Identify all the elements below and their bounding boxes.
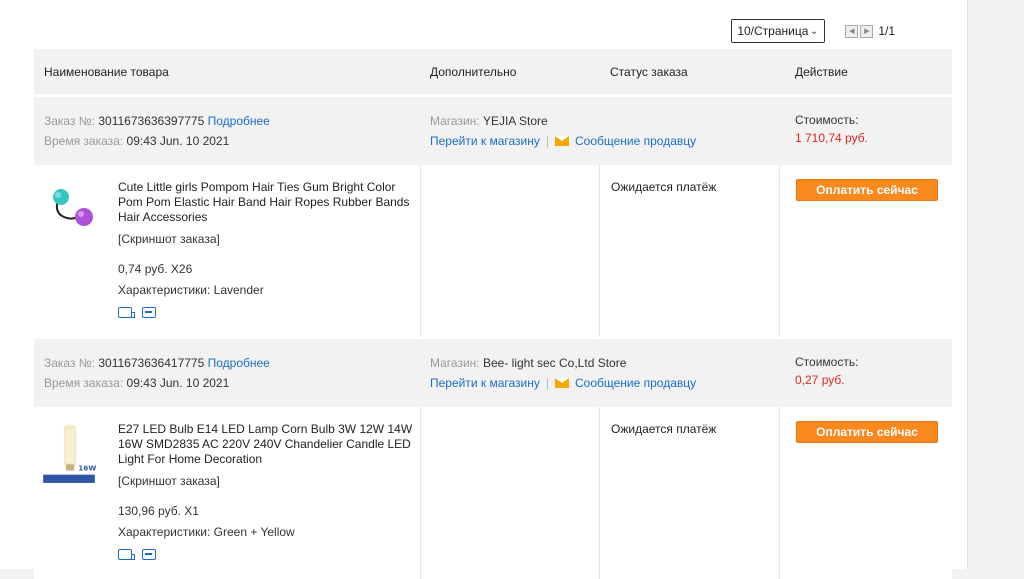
go-to-store-link[interactable]: Перейти к магазину — [430, 376, 540, 390]
envelope-icon — [555, 136, 569, 146]
store-actions: Перейти к магазину | Сообщение продавцу — [430, 376, 696, 390]
order-item: Cute Little girls Pompom Hair Ties Gum B… — [34, 165, 952, 337]
order-number-line: Заказ №: 3011673636397775 Подробнее — [44, 114, 270, 128]
item-actions — [118, 549, 156, 560]
per-page-value: 10/Страница — [737, 24, 809, 38]
order-label: Заказ №: — [44, 356, 96, 370]
thumbnail-badge: 16W — [78, 464, 96, 473]
message-seller-link[interactable]: Сообщение продавцу — [575, 134, 696, 148]
product-thumbnail[interactable]: 16W — [42, 423, 96, 485]
order-cost: 1 710,74 руб. — [795, 131, 868, 145]
return-icon[interactable] — [142, 307, 156, 318]
product-thumbnail[interactable] — [46, 183, 96, 233]
store-name: Bee- light sec Co,Ltd Store — [482, 356, 627, 370]
order-status: Ожидается платёж — [611, 180, 717, 194]
header-additional: Дополнительно — [430, 65, 517, 79]
column-divider — [599, 165, 600, 337]
table-header: Наименование товара Дополнительно Статус… — [34, 49, 952, 94]
product-name-link[interactable]: Cute Little girls Pompom Hair Ties Gum B… — [118, 180, 418, 225]
order-details-link[interactable]: Подробнее — [208, 356, 270, 370]
column-divider — [779, 407, 780, 579]
order-item: 16W E27 LED Bulb E14 LED Lamp Corn Bulb … — [34, 407, 952, 579]
envelope-icon — [555, 378, 569, 388]
header-status: Статус заказа — [610, 65, 688, 79]
product-name-link[interactable]: E27 LED Bulb E14 LED Lamp Corn Bulb 3W 1… — [118, 422, 418, 467]
order-cost: 0,27 руб. — [795, 373, 845, 387]
page-indicator: 1/1 — [878, 24, 895, 38]
item-actions — [118, 307, 156, 318]
cost-label: Стоимость: — [795, 113, 859, 127]
column-divider — [420, 407, 421, 579]
chevron-down-icon: ⌄ — [809, 25, 819, 37]
truck-icon[interactable] — [118, 549, 135, 560]
store-label: Магазин: — [430, 356, 480, 370]
specs: Характеристики: Green + Yellow — [118, 525, 295, 539]
time-label: Время заказа: — [44, 134, 124, 148]
header-product: Наименование товара — [44, 65, 169, 79]
message-seller-link[interactable]: Сообщение продавцу — [575, 376, 696, 390]
order-time-line: Время заказа: 09:43 Jun. 10 2021 — [44, 134, 229, 148]
truck-icon[interactable] — [118, 307, 135, 318]
column-divider — [599, 407, 600, 579]
store-line: Магазин: YEJIA Store — [430, 114, 548, 128]
specs: Характеристики: Lavender — [118, 283, 264, 297]
column-divider — [420, 165, 421, 337]
order-time: 09:43 Jun. 10 2021 — [126, 376, 230, 390]
cost-label: Стоимость: — [795, 355, 859, 369]
specs-label: Характеристики: — [118, 525, 211, 539]
orders-panel: 10/Страница ⌄ ◀ ▶ 1/1 Наименование товар… — [0, 0, 968, 579]
store-line: Магазин: Bee- light sec Co,Ltd Store — [430, 356, 626, 370]
pay-now-button[interactable]: Оплатить сейчас — [796, 421, 938, 443]
order-screenshot-link[interactable]: [Скриншот заказа] — [118, 474, 220, 488]
pay-now-button[interactable]: Оплатить сейчас — [796, 179, 938, 201]
store-name: YEJIA Store — [482, 114, 548, 128]
column-divider — [779, 165, 780, 337]
prev-page-icon[interactable]: ◀ — [845, 24, 859, 38]
order-header: Заказ №: 3011673636397775 Подробнее Врем… — [34, 97, 952, 165]
pagination: 10/Страница ⌄ ◀ ▶ 1/1 — [731, 18, 895, 44]
order-time: 09:43 Jun. 10 2021 — [126, 134, 230, 148]
store-label: Магазин: — [430, 114, 480, 128]
return-icon[interactable] — [142, 549, 156, 560]
order-number: 3011673636417775 — [98, 356, 205, 370]
order-header: Заказ №: 3011673636417775 Подробнее Врем… — [34, 339, 952, 407]
separator: | — [545, 376, 549, 390]
unit-price: 0,74 руб. X26 — [118, 262, 193, 276]
order-time-line: Время заказа: 09:43 Jun. 10 2021 — [44, 376, 229, 390]
per-page-select[interactable]: 10/Страница ⌄ — [731, 19, 826, 43]
order-number: 3011673636397775 — [98, 114, 205, 128]
order-screenshot-link[interactable]: [Скриншот заказа] — [118, 232, 220, 246]
store-actions: Перейти к магазину | Сообщение продавцу — [430, 134, 696, 148]
specs-label: Характеристики: — [118, 283, 211, 297]
order-number-line: Заказ №: 3011673636417775 Подробнее — [44, 356, 270, 370]
next-page-icon[interactable]: ▶ — [860, 24, 874, 38]
time-label: Время заказа: — [44, 376, 124, 390]
specs-value: Lavender — [213, 283, 264, 297]
order-label: Заказ №: — [44, 114, 96, 128]
separator: | — [545, 134, 549, 148]
go-to-store-link[interactable]: Перейти к магазину — [430, 134, 540, 148]
page-nav: ◀ ▶ 1/1 — [845, 24, 895, 38]
unit-price: 130,96 руб. X1 — [118, 504, 199, 518]
header-action: Действие — [795, 65, 848, 79]
specs-value: Green + Yellow — [213, 525, 295, 539]
order-status: Ожидается платёж — [611, 422, 717, 436]
order-details-link[interactable]: Подробнее — [208, 114, 270, 128]
